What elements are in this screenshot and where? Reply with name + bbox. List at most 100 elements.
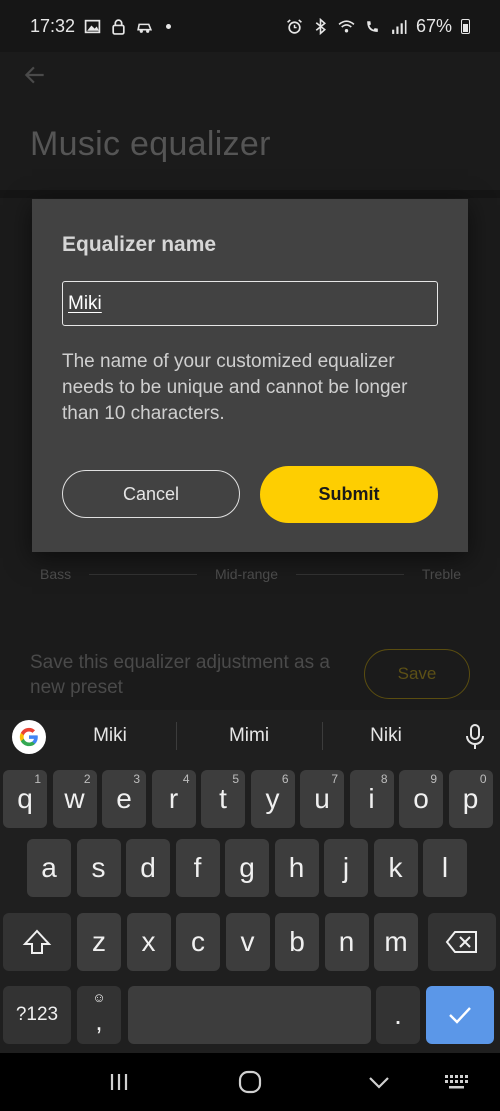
backspace-key[interactable]: [428, 913, 496, 971]
alarm-icon: [287, 18, 302, 34]
suggestion-separator: [176, 722, 177, 750]
frequency-range-labels: Bass Mid-range Treble: [40, 566, 461, 582]
suggestion-3[interactable]: Niki: [326, 725, 446, 747]
key-u-label: u: [314, 783, 330, 814]
google-g-icon[interactable]: [12, 720, 46, 754]
save-preset-button[interactable]: Save: [364, 649, 470, 699]
key-h-label: h: [288, 852, 305, 883]
key-t-hint: 5: [232, 772, 239, 786]
key-m-label: m: [384, 926, 408, 957]
key-b-label: b: [289, 926, 305, 957]
cancel-button[interactable]: Cancel: [62, 470, 240, 518]
navigation-bar: [0, 1053, 500, 1111]
key-w[interactable]: w2: [52, 770, 97, 828]
key-q-label: q: [17, 783, 33, 814]
key-s[interactable]: s: [76, 839, 121, 897]
space-bar[interactable]: [128, 986, 371, 1044]
suggestion-2[interactable]: Mimi: [189, 725, 309, 747]
bass-label: Bass: [40, 566, 72, 582]
key-q[interactable]: q1: [3, 770, 47, 828]
key-r[interactable]: r4: [151, 770, 196, 828]
enter-key[interactable]: [426, 986, 494, 1044]
key-z[interactable]: z: [77, 913, 121, 971]
key-a-label: a: [41, 852, 57, 883]
key-k[interactable]: k: [373, 839, 418, 897]
symbols-key[interactable]: ?123: [3, 986, 71, 1044]
suggestion-1[interactable]: Miki: [50, 725, 170, 747]
car-icon: [137, 23, 153, 33]
wifi-icon: [338, 19, 355, 32]
header-divider: [0, 190, 500, 198]
signal-bars-icon: [392, 19, 407, 34]
key-c[interactable]: c: [176, 913, 220, 971]
key-d-label: d: [140, 852, 156, 883]
home-icon[interactable]: [235, 1067, 265, 1097]
keyboard-switch-icon[interactable]: [442, 1067, 472, 1097]
backspace-icon: [445, 931, 477, 953]
notification-dot: [166, 23, 172, 29]
key-j[interactable]: j: [324, 839, 368, 897]
key-e-hint: 3: [133, 772, 140, 786]
key-u[interactable]: u7: [300, 770, 344, 828]
bluetooth-icon: [315, 17, 326, 35]
key-l[interactable]: l: [423, 839, 467, 897]
shift-icon: [22, 929, 52, 954]
key-e-label: e: [116, 783, 132, 814]
symbols-key-label: ?123: [15, 1004, 59, 1025]
key-q-hint: 1: [34, 772, 41, 786]
key-o-label: o: [413, 783, 429, 814]
key-d[interactable]: d: [126, 839, 170, 897]
keyboard: Miki Mimi Niki q1w2e3r4t5y6u7i8o9p0asdfg…: [0, 710, 500, 1053]
key-v-label: v: [240, 926, 255, 957]
equalizer-name-input[interactable]: [62, 281, 438, 326]
back-arrow-icon[interactable]: [22, 62, 48, 88]
key-p[interactable]: p0: [448, 770, 493, 828]
submit-button[interactable]: Submit: [260, 466, 438, 523]
microphone-icon[interactable]: [463, 723, 487, 751]
hide-keyboard-chevron-icon[interactable]: [364, 1067, 394, 1097]
suggestion-bar: Miki Mimi Niki: [0, 710, 500, 765]
key-n-label: n: [338, 926, 355, 957]
dialog-description: The name of your customized equalizer ne…: [62, 351, 408, 424]
key-u-hint: 7: [331, 772, 338, 786]
key-p-hint: 0: [479, 772, 487, 786]
call-signal-icon: [367, 20, 378, 32]
emoji-comma-key[interactable]: ☺,: [77, 986, 121, 1044]
key-t[interactable]: t5: [201, 770, 245, 828]
battery-icon: [461, 18, 470, 34]
equalizer-name-dialog: Equalizer name The name of your customiz…: [32, 199, 468, 552]
comma-label: ,: [95, 1006, 103, 1036]
key-z-label: z: [92, 926, 106, 957]
key-o[interactable]: o9: [399, 770, 443, 828]
key-f[interactable]: f: [175, 839, 220, 897]
key-g[interactable]: g: [225, 839, 269, 897]
recent-apps-icon[interactable]: [104, 1067, 134, 1097]
key-m[interactable]: m: [374, 913, 418, 971]
key-i[interactable]: i8: [349, 770, 394, 828]
key-j-label: j: [342, 852, 350, 883]
key-e[interactable]: e3: [102, 770, 146, 828]
save-preset-text: Save this equalizer adjustment as a new …: [30, 652, 330, 698]
key-n[interactable]: n: [324, 913, 369, 971]
shift-key[interactable]: [3, 913, 71, 971]
key-y-label: y: [265, 783, 280, 814]
status-time: 17:32: [30, 15, 76, 36]
key-v[interactable]: v: [225, 913, 270, 971]
key-x[interactable]: x: [126, 913, 171, 971]
checkmark-icon: [449, 1007, 471, 1024]
lock-icon: [112, 18, 125, 35]
key-a[interactable]: a: [27, 839, 71, 897]
range-divider: [296, 573, 404, 575]
key-x-label: x: [141, 926, 156, 957]
key-r-hint: 4: [182, 772, 190, 786]
key-y-hint: 6: [281, 772, 289, 786]
key-y[interactable]: y6: [250, 770, 295, 828]
key-p-label: p: [462, 783, 479, 814]
period-key[interactable]: .: [376, 986, 420, 1044]
key-h[interactable]: h: [274, 839, 319, 897]
key-b[interactable]: b: [275, 913, 319, 971]
key-g-label: g: [239, 852, 255, 883]
status-bar: 17:32 67%: [0, 0, 500, 52]
image-icon: [84, 19, 101, 33]
key-r-label: r: [168, 783, 179, 814]
